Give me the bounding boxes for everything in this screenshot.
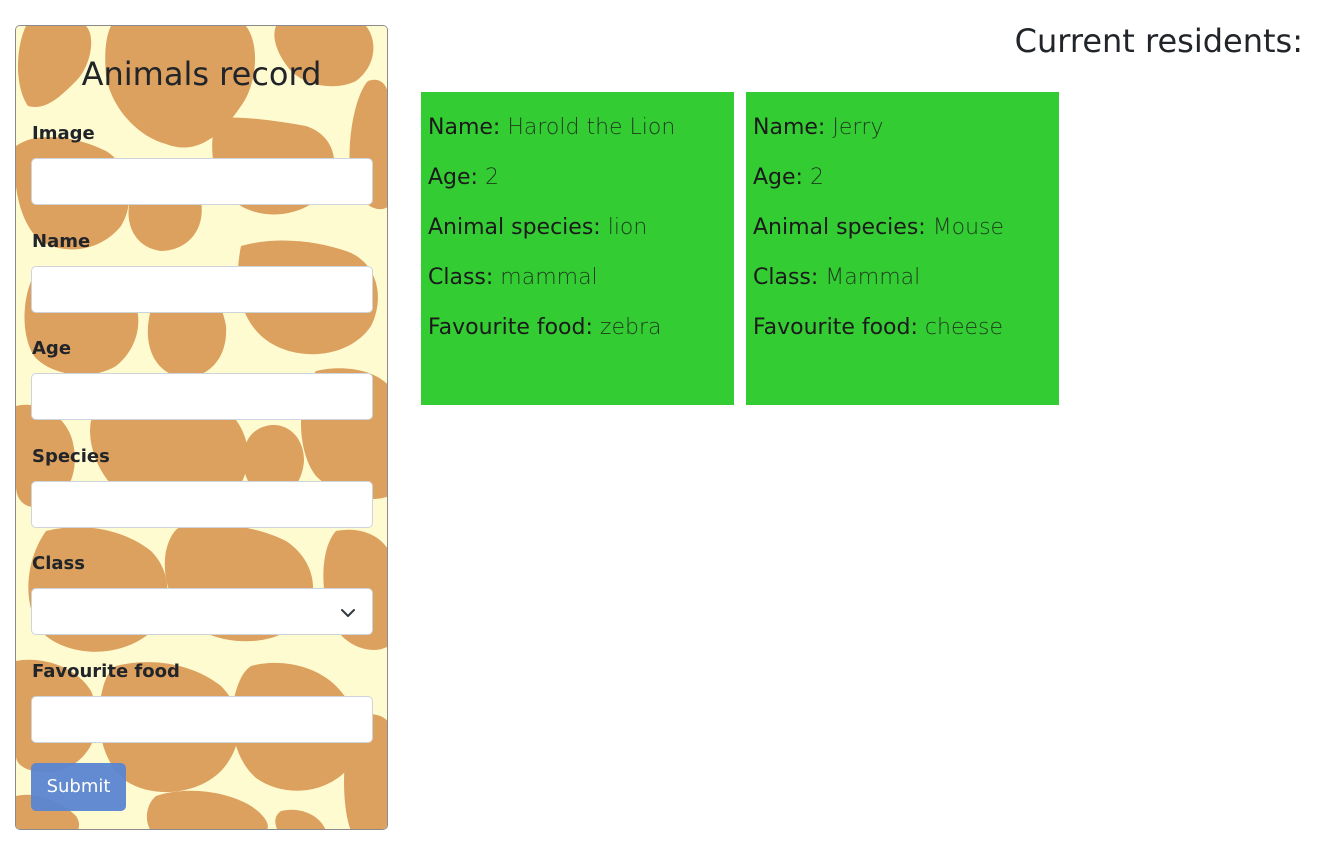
species-input[interactable] <box>31 481 373 528</box>
row-key: Name: <box>428 115 501 140</box>
row-key: Age: <box>428 165 478 190</box>
resident-card: Name: Harold the Lion Age: 2 Animal spec… <box>421 92 734 405</box>
row-value: zebra <box>599 315 662 340</box>
image-label: Image <box>32 123 95 144</box>
row-key: Class: <box>753 265 819 290</box>
resident-name-row: Name: Jerry <box>753 114 1052 142</box>
row-key: Age: <box>753 165 803 190</box>
resident-food-row: Favourite food: zebra <box>428 314 727 342</box>
submit-button[interactable]: Submit <box>31 763 126 811</box>
favourite-food-label: Favourite food <box>32 661 180 682</box>
favourite-food-input[interactable] <box>31 696 373 743</box>
page: Animals record Image Name Age Species Cl… <box>0 0 1328 861</box>
resident-species-row: Animal species: Mouse <box>753 214 1052 242</box>
row-value: 2 <box>484 165 499 190</box>
animal-form-panel: Animals record Image Name Age Species Cl… <box>15 25 388 830</box>
row-value: Mammal <box>825 265 921 290</box>
species-label: Species <box>32 446 110 467</box>
resident-name-row: Name: Harold the Lion <box>428 114 727 142</box>
row-key: Class: <box>428 265 494 290</box>
row-value: Mouse <box>932 215 1005 240</box>
form-title: Animals record <box>81 55 322 93</box>
name-label: Name <box>32 231 91 252</box>
row-value: Harold the Lion <box>507 115 676 140</box>
row-key: Name: <box>753 115 826 140</box>
row-value: mammal <box>500 265 598 290</box>
resident-age-row: Age: 2 <box>428 164 727 192</box>
row-key: Favourite food: <box>753 315 918 340</box>
resident-class-row: Class: mammal <box>428 264 727 292</box>
row-key: Animal species: <box>753 215 926 240</box>
row-key: Favourite food: <box>428 315 593 340</box>
resident-class-row: Class: Mammal <box>753 264 1052 292</box>
row-value: Jerry <box>832 115 884 140</box>
name-input[interactable] <box>31 266 373 313</box>
resident-species-row: Animal species: lion <box>428 214 727 242</box>
row-value: cheese <box>924 315 1004 340</box>
age-label: Age <box>32 338 72 359</box>
age-input[interactable] <box>31 373 373 420</box>
resident-card: Name: Jerry Age: 2 Animal species: Mouse… <box>746 92 1059 405</box>
class-label: Class <box>32 553 85 574</box>
residents-heading: Current residents: <box>1014 22 1303 60</box>
row-value: lion <box>607 215 648 240</box>
resident-food-row: Favourite food: cheese <box>753 314 1052 342</box>
chevron-down-icon <box>341 609 355 617</box>
resident-age-row: Age: 2 <box>753 164 1052 192</box>
row-value: 2 <box>809 165 824 190</box>
image-input[interactable] <box>31 158 373 205</box>
class-select[interactable] <box>31 588 373 635</box>
row-key: Animal species: <box>428 215 601 240</box>
form-content: Animals record Image Name Age Species Cl… <box>16 26 387 829</box>
